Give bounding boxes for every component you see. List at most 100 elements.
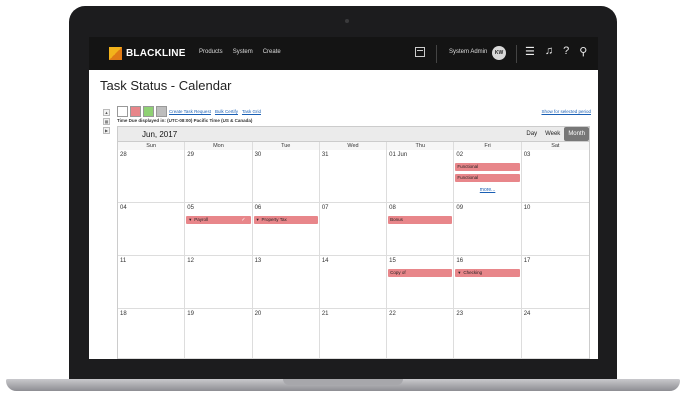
show-for-selected-period-link[interactable]: Show for selected period	[541, 109, 591, 114]
weekday-label: Mon	[185, 142, 253, 150]
help-icon[interactable]: ?	[563, 45, 569, 58]
nav-system[interactable]: System	[233, 49, 253, 55]
grid-toggle-icon[interactable]: ▦	[103, 118, 110, 125]
list-icon[interactable]: ☰	[525, 45, 535, 58]
task-grid-link[interactable]: Task Grid	[242, 109, 261, 114]
day-cell[interactable]: 18	[118, 309, 186, 359]
day-cell[interactable]: 02 Functional Functional more...	[454, 150, 522, 203]
day-cell[interactable]: 05 ▼ Payroll ✓	[185, 203, 253, 256]
day-cell[interactable]: 15 Copy of	[387, 256, 455, 309]
search-icon[interactable]: ⚲	[579, 45, 587, 58]
bell-icon[interactable]: ♫	[545, 45, 553, 58]
weekday-label: Tue	[253, 142, 320, 150]
day-number: 09	[456, 205, 464, 211]
day-number: 18	[120, 311, 127, 317]
app-screen: BLACKLINE Products System Create System …	[89, 37, 598, 359]
day-cell[interactable]: 11	[118, 256, 186, 309]
main-nav: Products System Create	[199, 49, 281, 55]
day-cell[interactable]: 13	[252, 256, 320, 309]
view-day-button[interactable]: Day	[522, 127, 541, 141]
month-label: Jun, 2017	[142, 130, 178, 139]
day-number: 30	[254, 152, 262, 158]
day-number: 06	[254, 205, 262, 211]
more-link[interactable]: more...	[454, 187, 520, 193]
weekday-label: Wed	[320, 142, 388, 150]
day-number: 13	[254, 258, 262, 264]
day-cell[interactable]: 06 ▼ Property Tax	[252, 203, 320, 256]
event-label: Checking	[463, 270, 483, 275]
day-cell[interactable]: 04	[118, 203, 186, 256]
day-cell[interactable]: 01 Jun	[387, 150, 455, 203]
day-cell[interactable]: 07	[319, 203, 388, 256]
bulk-certify-link[interactable]: Bulk Certify	[215, 109, 238, 114]
event-label: Payroll	[194, 217, 209, 222]
day-cell[interactable]: 14	[319, 256, 388, 309]
day-cell[interactable]: 09	[454, 203, 522, 256]
brand-name: BLACKLINE	[126, 48, 186, 59]
day-cell[interactable]: 08 Bonus	[387, 203, 455, 256]
day-cell[interactable]: 16 ▼ Checking	[454, 256, 522, 309]
task-event[interactable]: Copy of	[388, 269, 453, 277]
day-cell[interactable]: 17	[521, 256, 589, 309]
nav-products[interactable]: Products	[199, 49, 223, 55]
weekday-label: Thu	[387, 142, 455, 150]
day-number: 20	[254, 311, 262, 317]
action-links: Create Task Request Bulk Certify Task Gr…	[169, 109, 261, 114]
calendar-grid: 28 29 30 31 01 Jun 02 Functional Functio…	[117, 150, 590, 359]
user-name[interactable]: System Admin	[449, 49, 487, 55]
day-cell[interactable]: 29	[185, 150, 253, 203]
day-cell[interactable]: 24	[521, 309, 589, 359]
weekday-header: Sun Mon Tue Wed Thu Fri Sat	[117, 142, 590, 150]
day-number: 23	[456, 311, 464, 317]
divider	[516, 45, 517, 63]
task-event[interactable]: ▼ Checking	[455, 269, 520, 277]
avatar[interactable]: KW	[492, 46, 506, 60]
day-cell[interactable]: 19	[185, 309, 253, 359]
day-cell[interactable]: 10	[521, 203, 589, 256]
day-number: 28	[120, 152, 127, 158]
task-event[interactable]: ▼ Payroll ✓	[186, 216, 251, 224]
day-number: 03	[523, 152, 531, 158]
day-number: 04	[120, 205, 127, 211]
task-event[interactable]: Bonus	[388, 216, 453, 224]
day-number: 16	[456, 258, 464, 264]
logo-icon	[109, 47, 122, 60]
create-task-request-link[interactable]: Create Task Request	[169, 109, 211, 114]
check-icon: ✓	[241, 217, 246, 223]
day-cell[interactable]: 03	[521, 150, 589, 203]
day-number: 07	[321, 205, 329, 211]
day-cell[interactable]: 21	[319, 309, 388, 359]
calendar-header: Jun, 2017 Day Week Month	[117, 126, 590, 142]
swatch-white[interactable]	[117, 106, 128, 117]
day-number: 12	[187, 258, 194, 264]
day-number: 01 Jun	[389, 152, 408, 158]
expand-icon[interactable]: ▲	[103, 109, 110, 116]
day-cell[interactable]: 31	[319, 150, 388, 203]
play-icon[interactable]: ▶	[103, 127, 110, 134]
day-cell[interactable]: 28	[118, 150, 186, 203]
event-label: Functional	[457, 164, 479, 169]
brand-logo[interactable]: BLACKLINE	[109, 47, 186, 60]
day-cell[interactable]: 22	[387, 309, 455, 359]
day-number: 21	[321, 311, 329, 317]
swatch-red[interactable]	[130, 106, 141, 117]
day-number: 05	[187, 205, 194, 211]
day-cell[interactable]: 30	[252, 150, 320, 203]
calendar: Jun, 2017 Day Week Month Sun Mon Tue Wed…	[117, 126, 590, 359]
day-cell[interactable]: 20	[252, 309, 320, 359]
view-week-button[interactable]: Week	[541, 127, 564, 141]
day-cell[interactable]: 23	[454, 309, 522, 359]
view-month-button[interactable]: Month	[564, 127, 589, 141]
day-cell[interactable]: 12	[185, 256, 253, 309]
weekday-label: Sat	[551, 143, 560, 149]
day-number: 19	[187, 311, 194, 317]
swatch-green[interactable]	[143, 106, 154, 117]
swatch-gray[interactable]	[156, 106, 167, 117]
nav-create[interactable]: Create	[263, 49, 281, 55]
task-event[interactable]: Functional	[455, 163, 520, 171]
triangle-down-icon: ▼	[457, 270, 462, 275]
calendar-icon[interactable]	[415, 47, 425, 57]
task-event[interactable]: ▼ Property Tax	[253, 216, 318, 224]
day-number: 14	[321, 258, 329, 264]
task-event[interactable]: Functional	[455, 174, 520, 182]
